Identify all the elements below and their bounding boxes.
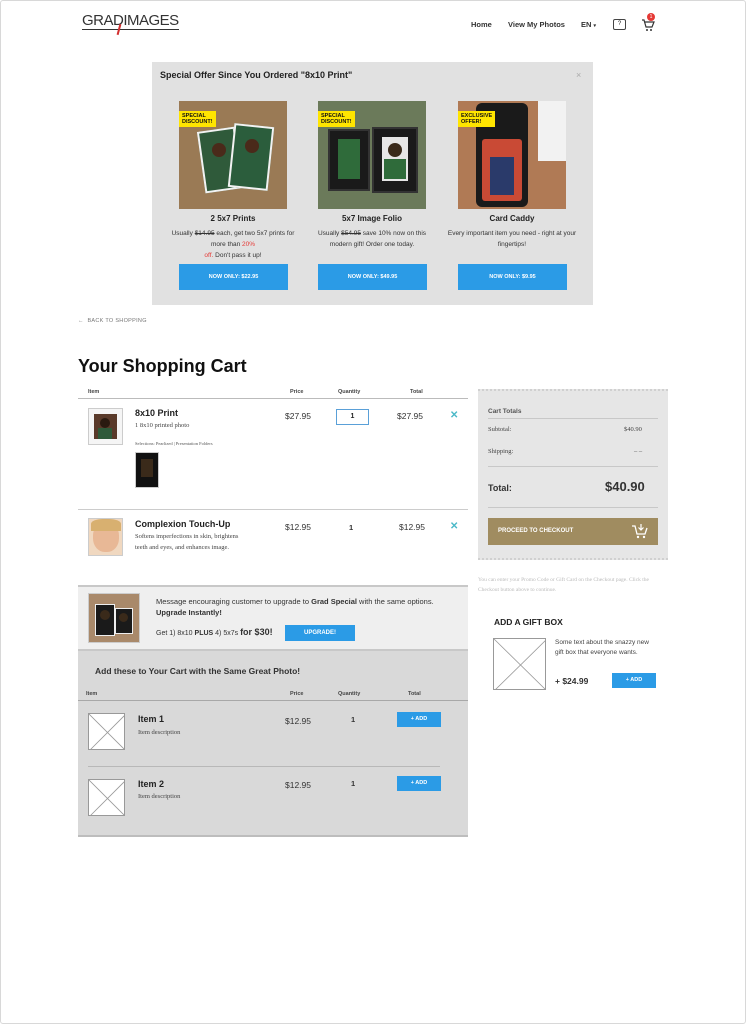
divider: [488, 466, 658, 467]
gift-box-description: Some text about the snazzy new gift box …: [555, 639, 649, 656]
item-total: $27.95: [397, 411, 423, 421]
item-price: $27.95: [285, 411, 311, 421]
addon-section: [78, 651, 468, 837]
offer-description: Usually $54.95 save 10% now on this mode…: [317, 230, 427, 248]
proceed-to-checkout-button[interactable]: PROCEED TO CHECKOUT: [488, 518, 658, 545]
offer-buy-button[interactable]: NOW ONLY: $49.95: [318, 264, 427, 290]
remove-item-icon[interactable]: ✕: [450, 521, 458, 532]
gift-box-title: ADD A GIFT BOX: [494, 617, 563, 627]
presentation-folder-thumbnail: [135, 452, 159, 488]
add-item-button[interactable]: + ADD: [397, 712, 441, 727]
column-header-item: Item: [88, 389, 100, 395]
offer-image-folio: SPECIAL DISCOUNT!: [318, 101, 426, 209]
total-value: $40.90: [605, 479, 645, 494]
item-description: Softens imperfections in skin, brightens…: [135, 533, 239, 551]
subtotal-label: Subtotal:: [488, 426, 512, 433]
addon-item-name: Item 1: [138, 714, 165, 724]
divider: [78, 509, 468, 510]
addon-item-price: $12.95: [285, 716, 311, 726]
upgrade-offer-text: Get 1) 8x10 PLUS 4) 5x7s for $30!: [156, 627, 273, 637]
item-thumbnail: [88, 518, 123, 556]
nav-home[interactable]: Home: [471, 20, 492, 29]
offer-image-card-caddy: EXCLUSIVE OFFER!: [458, 101, 566, 209]
total-label: Total:: [488, 483, 512, 493]
addon-item-description: Item description: [138, 729, 181, 736]
offer-description: Usually $14.95 each, get two 5x7 prints …: [171, 230, 295, 259]
cart-add-icon: [631, 523, 649, 552]
shipping-value: – –: [634, 448, 643, 455]
offer-name: Card Caddy: [489, 214, 535, 223]
column-header-item: Item: [86, 691, 98, 697]
column-header-price: Price: [290, 389, 304, 395]
item-total: $12.95: [399, 522, 425, 532]
remove-item-icon[interactable]: ✕: [450, 410, 458, 421]
gift-box-price: + $24.99: [555, 676, 589, 686]
item-price: $12.95: [285, 522, 311, 532]
upgrade-button[interactable]: UPGRADE!: [285, 625, 355, 641]
offer-name: 2 5x7 Prints: [210, 214, 256, 223]
item-selections: Selections: Pearlized | Presentation Fol…: [135, 441, 213, 446]
subtotal-value: $40.90: [624, 426, 642, 433]
shipping-label: Shipping:: [488, 448, 514, 455]
chevron-down-icon: ▾: [593, 23, 597, 29]
addon-item-quantity: 1: [351, 779, 356, 788]
image-placeholder-icon: [88, 713, 125, 750]
arrow-left-icon: ←: [78, 318, 84, 324]
divider: [488, 507, 658, 508]
divider: [78, 700, 468, 701]
upgrade-image: [88, 593, 140, 643]
cart-icon[interactable]: [641, 18, 655, 37]
item-description: 1 8x10 printed photo: [135, 422, 190, 429]
offer-tag: SPECIAL DISCOUNT!: [318, 111, 355, 127]
offer-buy-button[interactable]: NOW ONLY: $9.95: [458, 264, 567, 290]
close-icon[interactable]: ×: [576, 70, 581, 80]
offer-description: Every important item you need - right at…: [447, 230, 577, 248]
logo[interactable]: GRADIMAGES: [82, 12, 179, 30]
offer-name: 5x7 Image Folio: [341, 214, 403, 223]
item-thumbnail: [88, 408, 123, 445]
image-placeholder-icon: [88, 779, 125, 816]
column-header-quantity: Quantity: [338, 389, 361, 395]
page-title: Your Shopping Cart: [78, 356, 247, 376]
addon-item-price: $12.95: [285, 780, 311, 790]
divider: [88, 766, 440, 767]
nav-language[interactable]: EN ▾: [581, 20, 596, 29]
add-gift-box-button[interactable]: + ADD: [612, 673, 656, 688]
item-name: Complexion Touch-Up: [135, 519, 231, 529]
totals-title: Cart Totals: [488, 408, 522, 415]
image-placeholder-icon: [493, 638, 546, 690]
help-chat-icon[interactable]: ?: [613, 19, 626, 30]
offer-tag: SPECIAL DISCOUNT!: [179, 111, 216, 127]
item-name: 8x10 Print: [135, 408, 179, 418]
nav-view-my-photos[interactable]: View My Photos: [508, 20, 565, 29]
column-header-total: Total: [408, 691, 421, 697]
addon-item-name: Item 2: [138, 779, 165, 789]
offer-title: Special Offer Since You Ordered "8x10 Pr…: [160, 70, 353, 80]
checkout-note: You can enter your Promo Code or Gift Ca…: [478, 577, 649, 593]
column-header-price: Price: [290, 691, 304, 697]
addon-item-quantity: 1: [351, 715, 356, 724]
back-to-shopping-link[interactable]: ← BACK TO SHOPPING: [78, 318, 147, 324]
quantity-input[interactable]: 1: [336, 409, 369, 425]
divider: [488, 418, 658, 419]
column-header-quantity: Quantity: [338, 691, 361, 697]
offer-buy-button[interactable]: NOW ONLY: $22.95: [179, 264, 288, 290]
item-quantity: 1: [349, 523, 354, 532]
addon-title: Add these to Your Cart with the Same Gre…: [95, 666, 301, 676]
add-item-button[interactable]: + ADD: [397, 776, 441, 791]
offer-image-prints: SPECIAL DISCOUNT!: [179, 101, 287, 209]
divider: [78, 398, 468, 399]
cart-count-badge: 1: [647, 13, 655, 21]
column-header-total: Total: [410, 389, 423, 395]
addon-item-description: Item description: [138, 793, 181, 800]
offer-tag: EXCLUSIVE OFFER!: [458, 111, 496, 127]
upgrade-message: Message encouraging customer to upgrade …: [156, 597, 434, 617]
